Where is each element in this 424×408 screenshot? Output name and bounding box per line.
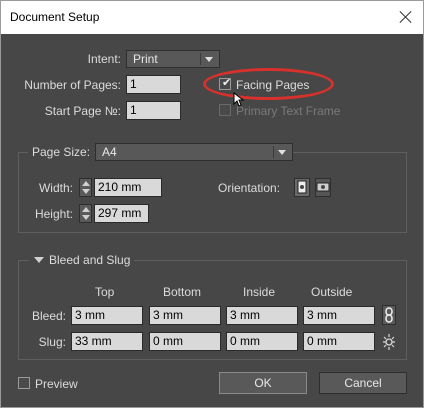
column-header-top: Top — [95, 285, 115, 299]
column-header-outside: Outside — [311, 285, 353, 299]
highlight-annotation — [203, 68, 334, 100]
slug-top-field[interactable]: 33 mm — [71, 332, 143, 351]
bleed-bottom-field[interactable]: 3 mm — [149, 306, 221, 325]
number-of-pages-field[interactable]: 1 — [126, 75, 181, 94]
intent-value: Print — [133, 52, 158, 66]
page-size-dropdown[interactable]: A4 — [95, 143, 293, 161]
chain-link-icon[interactable] — [382, 305, 396, 325]
slug-outside-field[interactable]: 0 mm — [303, 332, 375, 351]
intent-dropdown[interactable]: Print — [126, 50, 220, 68]
bleed-slug-title[interactable]: Bleed and Slug — [29, 253, 135, 267]
width-field[interactable]: 210 mm — [94, 178, 162, 197]
preview-label[interactable]: Preview — [35, 377, 78, 391]
dropdown-arrow-icon — [205, 57, 213, 62]
window-title: Document Setup — [10, 10, 100, 24]
column-header-inside: Inside — [243, 285, 276, 299]
bleed-slug-label: Bleed and Slug — [49, 253, 131, 267]
height-field[interactable]: 297 mm — [94, 204, 149, 223]
spinner-down-icon[interactable] — [82, 189, 90, 194]
page-size-label: Page Size: — [28, 145, 95, 159]
orientation-label: Orientation: — [218, 181, 281, 195]
number-of-pages-label: Number of Pages: — [24, 78, 121, 92]
slug-inside-field[interactable]: 0 mm — [226, 332, 298, 351]
width-label: Width: — [38, 181, 73, 195]
collapse-triangle-icon[interactable] — [34, 257, 44, 263]
title-bar: Document Setup — [1, 1, 423, 34]
width-spinner[interactable] — [79, 178, 92, 197]
spinner-up-icon[interactable] — [82, 181, 90, 186]
bleed-label: Bleed: — [31, 309, 66, 323]
dropdown-arrow-icon — [278, 150, 286, 155]
close-icon[interactable] — [399, 10, 413, 24]
start-page-label: Start Page №: — [44, 104, 121, 118]
cancel-button[interactable]: Cancel — [319, 372, 407, 394]
document-setup-dialog: Document Setup Intent: Print Number of P… — [0, 0, 424, 408]
intent-label: Intent: — [87, 52, 121, 66]
broken-chain-icon[interactable] — [382, 332, 396, 352]
height-label: Height: — [34, 207, 73, 221]
slug-bottom-field[interactable]: 0 mm — [149, 332, 221, 351]
start-page-field[interactable]: 1 — [126, 101, 181, 120]
ok-button[interactable]: OK — [219, 372, 307, 394]
primary-text-frame-label: Primary Text Frame — [236, 104, 341, 118]
preview-checkbox[interactable] — [18, 377, 30, 389]
primary-text-frame-checkbox[interactable] — [219, 104, 231, 116]
spinner-down-icon[interactable] — [82, 215, 90, 220]
landscape-icon[interactable] — [315, 178, 331, 197]
height-spinner[interactable] — [79, 204, 92, 223]
column-header-bottom: Bottom — [163, 285, 202, 299]
page-size-value: A4 — [102, 145, 117, 159]
slug-label: Slug: — [38, 335, 66, 349]
spinner-up-icon[interactable] — [82, 207, 90, 212]
bleed-top-field[interactable]: 3 mm — [71, 306, 143, 325]
bleed-outside-field[interactable]: 3 mm — [303, 306, 375, 325]
page-size-group — [18, 152, 407, 233]
portrait-icon[interactable] — [294, 178, 310, 197]
bleed-inside-field[interactable]: 3 mm — [226, 306, 298, 325]
